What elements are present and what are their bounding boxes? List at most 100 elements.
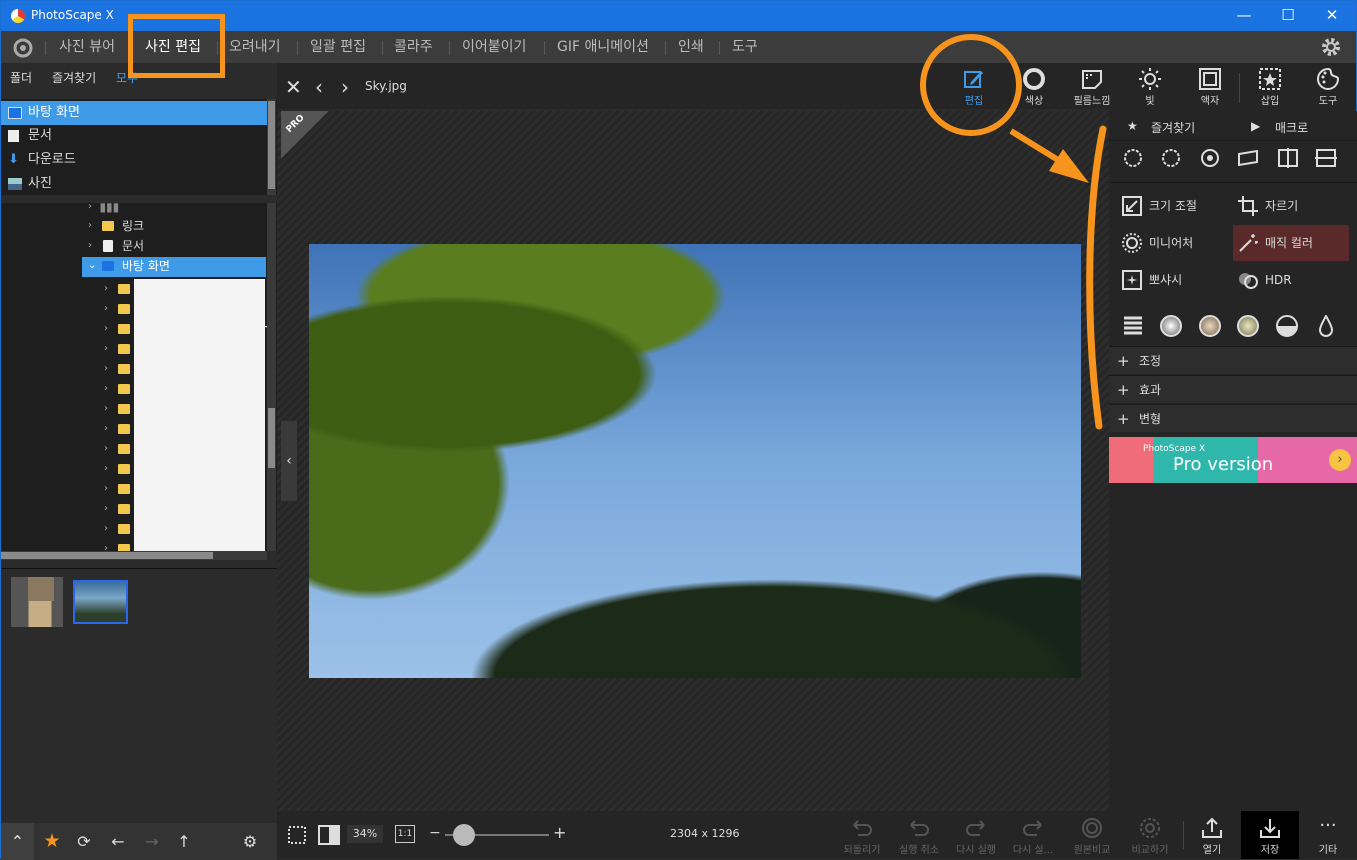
preset-swatch-gray[interactable]	[1160, 315, 1182, 337]
flip-vertical-icon[interactable]	[1315, 147, 1337, 169]
open-button[interactable]: 열기	[1183, 811, 1241, 859]
compare-split-icon[interactable]	[318, 825, 340, 845]
tree-horizontal-scrollbar[interactable]	[1, 551, 267, 560]
water-drop-icon[interactable]	[1318, 315, 1334, 337]
collapse-up-icon[interactable]: ⌃	[1, 823, 34, 860]
menu-gif-animation[interactable]: GIF 애니메이션	[557, 31, 649, 63]
rotate-free-icon[interactable]	[1199, 147, 1221, 169]
refresh-icon[interactable]: ⟳	[69, 823, 99, 860]
more-button[interactable]: ··· 기타	[1299, 811, 1357, 859]
section-adjust[interactable]: + 조정	[1109, 346, 1357, 374]
quick-scrollbar[interactable]	[267, 99, 276, 195]
quick-access-list: 바탕 화면 문서 ⬇ 다운로드 사진	[1, 99, 277, 195]
miniature-icon	[1122, 233, 1142, 253]
close-button[interactable]: ✕	[1309, 1, 1355, 31]
thumbnail-image-selected[interactable]	[73, 580, 128, 624]
tab-folders[interactable]: 폴더	[10, 69, 32, 86]
flip-horizontal-icon[interactable]	[1277, 147, 1299, 169]
preset-swatch-half[interactable]	[1276, 315, 1298, 337]
resize-button[interactable]: 크기 조절	[1117, 191, 1227, 221]
settings-gear-icon[interactable]	[1320, 36, 1342, 58]
folder-icon	[118, 364, 130, 374]
upload-icon	[1202, 817, 1222, 838]
maximize-button[interactable]: ☐	[1265, 1, 1311, 31]
list-icon[interactable]	[1123, 315, 1143, 337]
quick-item-pictures[interactable]: 사진	[1, 172, 267, 196]
quick-item-desktop[interactable]: 바탕 화면	[1, 101, 267, 125]
folder-icon	[118, 444, 130, 454]
revert-button: 되돌리기	[833, 811, 891, 859]
toolbar-frame[interactable]: 액자	[1181, 63, 1239, 111]
star-icon[interactable]: ★	[37, 823, 67, 860]
toolbar-tools[interactable]: 도구	[1299, 63, 1357, 111]
quick-item-documents[interactable]: 문서	[1, 124, 267, 148]
folder-icon	[118, 344, 130, 354]
miniature-button[interactable]: 미니어처	[1117, 228, 1227, 258]
toolbar-film[interactable]: 필름느낌	[1063, 63, 1121, 111]
menu-photo-viewer[interactable]: 사진 뷰어	[59, 31, 115, 63]
preset-swatch-yellow[interactable]	[1237, 315, 1259, 337]
actual-size-button[interactable]: 1:1	[395, 825, 415, 843]
zoom-out-icon[interactable]: −	[429, 825, 441, 841]
close-image-icon[interactable]: ✕	[285, 75, 302, 99]
straighten-icon[interactable]	[1237, 147, 1259, 169]
highlight-circle-annotation	[920, 34, 1022, 136]
folder-tree: › ▮▮▮ › 링크 › 문서 ⌄ 바탕 화면 › 주가정보(종) › 대한결의 Lu…	[1, 203, 277, 551]
tree-scrollbar[interactable]	[267, 203, 276, 551]
macro-button[interactable]: 매크로	[1275, 119, 1308, 136]
favorites-star-icon[interactable]: ★	[1127, 119, 1138, 133]
pro-version-badge[interactable]: PRO	[281, 111, 329, 159]
section-effects[interactable]: + 효과	[1109, 375, 1357, 403]
next-image-icon[interactable]: ›	[341, 75, 349, 99]
bloom-button[interactable]: 뽀샤시	[1117, 265, 1227, 295]
macro-play-icon[interactable]: ▶	[1251, 119, 1260, 133]
bloom-icon	[1122, 270, 1142, 290]
save-button[interactable]: 저장	[1241, 811, 1299, 859]
section-transform[interactable]: + 변형	[1109, 404, 1357, 432]
window-title: PhotoScape X	[31, 8, 114, 22]
zoom-in-icon[interactable]: +	[553, 823, 566, 842]
menu-batch-edit[interactable]: 일괄 편집	[310, 31, 366, 63]
document-icon	[103, 240, 113, 252]
light-icon	[1139, 68, 1161, 90]
chevron-right-icon[interactable]: ›	[1329, 449, 1351, 471]
select-area-icon[interactable]	[287, 825, 307, 845]
menu-tools[interactable]: 도구	[732, 31, 758, 63]
back-arrow-icon[interactable]: ←	[103, 823, 133, 860]
magic-color-button[interactable]: 매직 컬러	[1233, 225, 1349, 261]
tree-item-partial[interactable]: › ▮▮▮	[88, 203, 119, 217]
quick-item-downloads[interactable]: ⬇ 다운로드	[1, 148, 267, 172]
forward-arrow-icon: →	[145, 832, 159, 851]
left-panel: 폴더 즐겨찾기 모두 바탕 화면 문서 ⬇ 다운로드 사진 › ▮▮▮ › 링크…	[1, 63, 277, 829]
collapse-left-panel-icon[interactable]: ‹	[281, 421, 297, 501]
toolbar-light[interactable]: 빛	[1121, 63, 1179, 111]
menu-combine[interactable]: 이어붙이기	[462, 31, 526, 63]
zoom-level[interactable]: 34%	[347, 825, 383, 843]
minimize-button[interactable]: —	[1221, 1, 1267, 31]
zoom-slider-knob[interactable]	[453, 824, 475, 846]
crop-button[interactable]: 자르기	[1233, 191, 1349, 221]
thumbnail-image[interactable]	[11, 577, 63, 627]
tab-favorites[interactable]: 즐겨찾기	[52, 69, 96, 86]
menu-collage[interactable]: 콜라주	[394, 31, 433, 63]
hdr-button[interactable]: HDR	[1233, 265, 1349, 295]
color-icon	[1023, 68, 1045, 90]
hdr-icon	[1239, 273, 1258, 289]
previous-image-icon[interactable]: ‹	[315, 75, 323, 99]
pro-version-banner[interactable]: PhotoScape X Pro version ›	[1109, 437, 1357, 483]
settings-gear-icon[interactable]: ⚙	[235, 823, 265, 860]
up-arrow-icon[interactable]: ↑	[169, 823, 199, 860]
app-logo-icon	[11, 9, 25, 23]
rotate-left-icon[interactable]	[1122, 147, 1144, 169]
photo-image[interactable]	[309, 244, 1081, 678]
home-icon[interactable]	[12, 37, 34, 59]
menu-print[interactable]: 인쇄	[678, 31, 704, 63]
favorites-button[interactable]: 즐겨찾기	[1151, 119, 1195, 136]
folder-icon	[118, 504, 130, 514]
left-bottom-bar: ⌃ ★ ⟳ ← → ↑ ⚙	[1, 823, 277, 860]
rotate-right-icon[interactable]	[1160, 147, 1182, 169]
preset-swatch-warm[interactable]	[1199, 315, 1221, 337]
menu-cut-out[interactable]: 오려내기	[229, 31, 281, 63]
redo-icon	[966, 820, 985, 836]
toolbar-insert[interactable]: 삽입	[1241, 63, 1299, 111]
